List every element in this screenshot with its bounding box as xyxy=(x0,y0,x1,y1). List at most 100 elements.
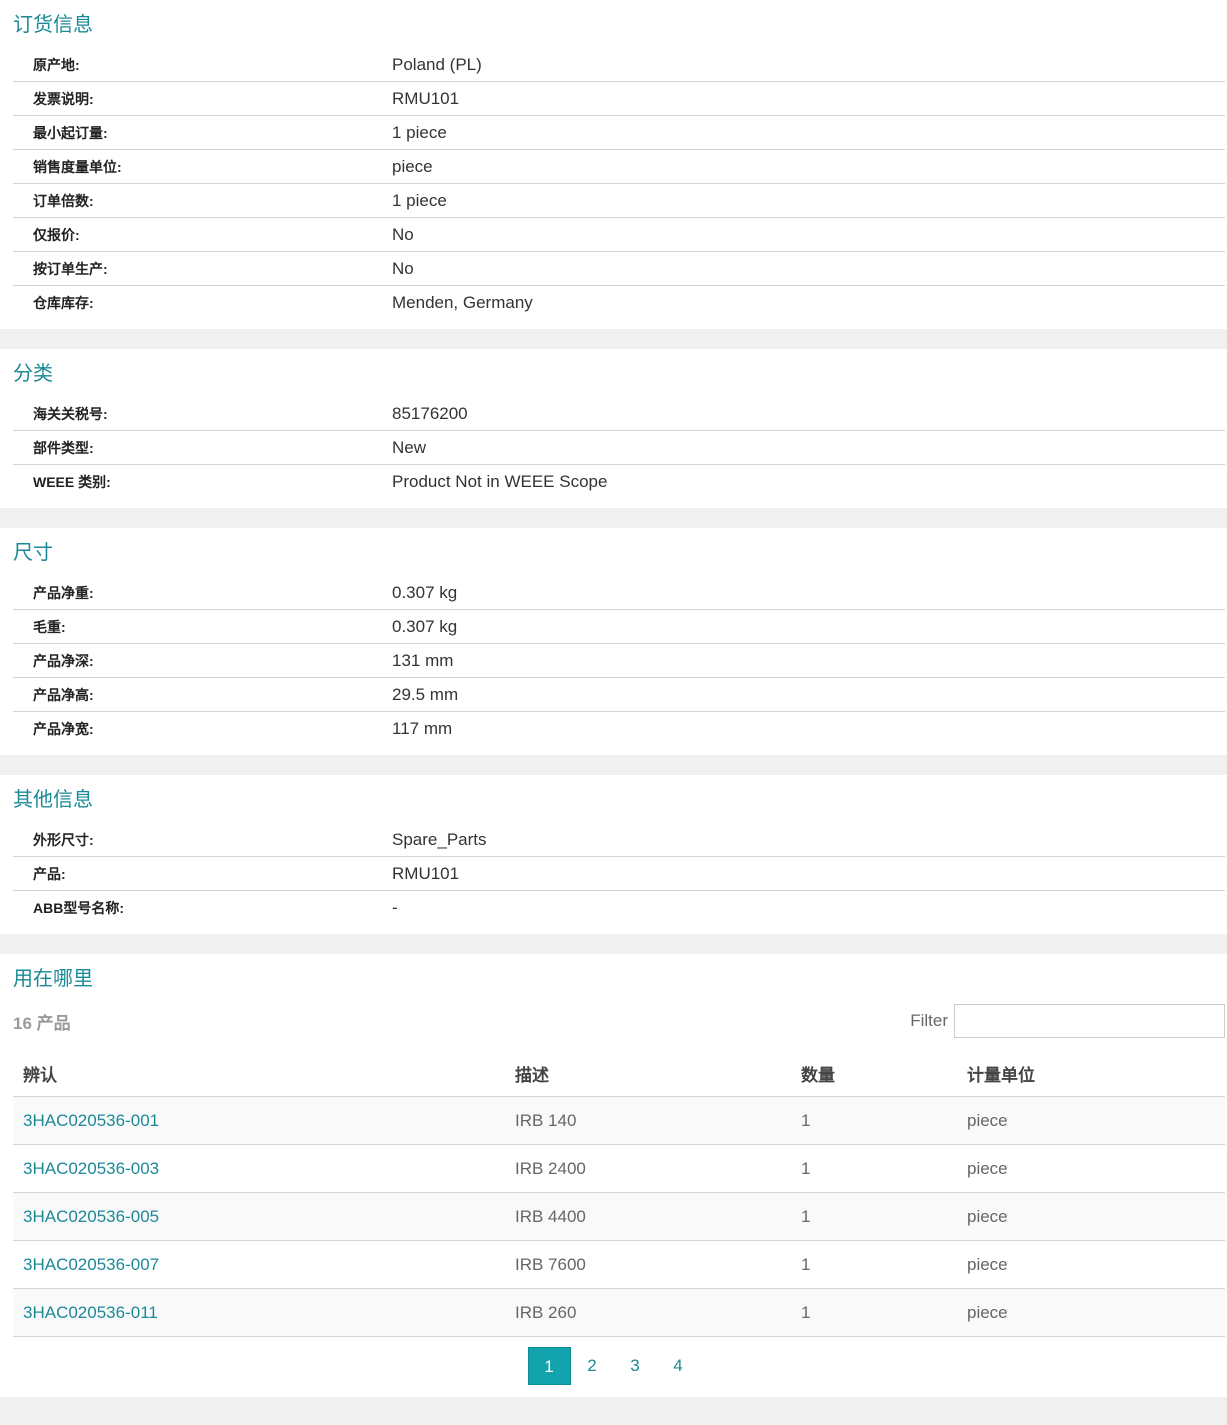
kv-label: ABB型号名称: xyxy=(33,899,124,916)
where-used-table: 辨认 描述 数量 计量单位 3HAC020536-001 IRB 140 1 p… xyxy=(13,1050,1225,1337)
ordering-table: 原产地: Poland (PL) 发票说明: RMU101 最小起订量: 1 piec… xyxy=(13,48,1225,319)
kv-label: 发票说明: xyxy=(33,90,94,107)
kv-value: 131 mm xyxy=(392,650,454,670)
kv-value: RMU101 xyxy=(392,88,460,108)
product-link[interactable]: 3HAC020536-003 xyxy=(23,1159,159,1178)
kv-label: 海关关税号: xyxy=(33,405,108,422)
cell-quantity: 1 xyxy=(791,1144,957,1193)
kv-label: 仅报价: xyxy=(33,226,80,243)
cell-unit: piece xyxy=(957,1096,1225,1145)
cell-description: IRB 4400 xyxy=(505,1192,791,1241)
table-row: 3HAC020536-007 IRB 7600 1 piece xyxy=(13,1240,1225,1289)
kv-value: No xyxy=(392,258,414,278)
column-header-id[interactable]: 辨认 xyxy=(13,1050,505,1097)
other-info-title: 其他信息 xyxy=(13,789,93,811)
other-info-table: 外形尺寸: Spare_Parts 产品: RMU101 ABB型号名称: - xyxy=(13,823,1225,924)
kv-row: WEEE 类别: Product Not in WEEE Scope xyxy=(13,465,1225,498)
kv-row: 产品: RMU101 xyxy=(13,857,1225,891)
kv-value: Poland (PL) xyxy=(392,54,482,74)
kv-value: Spare_Parts xyxy=(392,829,487,849)
table-row: 3HAC020536-011 IRB 260 1 piece xyxy=(13,1288,1225,1337)
filter-group: Filter xyxy=(910,1004,1225,1038)
kv-row: 产品净深: 131 mm xyxy=(13,644,1225,678)
cell-quantity: 1 xyxy=(791,1192,957,1241)
kv-row: 订单倍数: 1 piece xyxy=(13,184,1225,218)
where-used-section: 用在哪里 16 产品 Filter 辨认 描述 数量 计量单位 3HAC0205… xyxy=(0,954,1227,1397)
kv-row: ABB型号名称: - xyxy=(13,891,1225,924)
kv-label: 外形尺寸: xyxy=(33,831,94,848)
page-button-1[interactable]: 1 xyxy=(527,1347,571,1385)
column-header-unit[interactable]: 计量单位 xyxy=(957,1050,1225,1097)
kv-label: 销售度量单位: xyxy=(33,158,122,175)
kv-label: 产品: xyxy=(33,865,66,882)
kv-label: 部件类型: xyxy=(33,439,94,456)
cell-unit: piece xyxy=(957,1192,1225,1241)
kv-label: 最小起订量: xyxy=(33,124,108,141)
kv-row: 最小起订量: 1 piece xyxy=(13,116,1225,150)
kv-row: 海关关税号: 85176200 xyxy=(13,397,1225,431)
kv-row: 按订单生产: No xyxy=(13,252,1225,286)
kv-label: WEEE 类别: xyxy=(33,473,111,490)
dimensions-section: 尺寸 产品净重: 0.307 kg 毛重: 0.307 kg 产品净深: 131 mm… xyxy=(0,528,1227,755)
cell-id: 3HAC020536-005 xyxy=(13,1192,505,1241)
cell-description: IRB 260 xyxy=(505,1288,791,1337)
ordering-section: 订货信息 原产地: Poland (PL) 发票说明: RMU101 最小起订量: 1… xyxy=(0,0,1227,329)
classification-section: 分类 海关关税号: 85176200 部件类型: New WEEE 类别: Produ… xyxy=(0,349,1227,508)
kv-row: 原产地: Poland (PL) xyxy=(13,48,1225,82)
filter-label: Filter xyxy=(910,1011,948,1030)
page-button-3[interactable]: 3 xyxy=(614,1347,657,1385)
product-count: 16 产品 xyxy=(13,1013,71,1033)
kv-value: 117 mm xyxy=(392,718,453,738)
kv-label: 毛重: xyxy=(33,618,66,635)
page-button-2[interactable]: 2 xyxy=(571,1347,614,1385)
cell-id: 3HAC020536-001 xyxy=(13,1096,505,1145)
kv-label: 订单倍数: xyxy=(33,192,94,209)
kv-value: - xyxy=(392,897,398,917)
kv-value: 1 piece xyxy=(392,190,447,210)
kv-label: 仓库库存: xyxy=(33,294,94,311)
product-link[interactable]: 3HAC020536-007 xyxy=(23,1255,159,1274)
kv-row: 部件类型: New xyxy=(13,431,1225,465)
table-header-row: 辨认 描述 数量 计量单位 xyxy=(13,1050,1225,1097)
column-header-description[interactable]: 描述 xyxy=(505,1050,791,1097)
pagination: 1 2 3 4 xyxy=(0,1347,1227,1387)
where-used-title: 用在哪里 xyxy=(13,968,93,990)
ordering-title: 订货信息 xyxy=(13,14,93,36)
cell-quantity: 1 xyxy=(791,1240,957,1289)
cell-id: 3HAC020536-011 xyxy=(13,1288,505,1337)
cell-quantity: 1 xyxy=(791,1096,957,1145)
filter-input[interactable] xyxy=(954,1004,1225,1038)
column-header-quantity[interactable]: 数量 xyxy=(791,1050,957,1097)
kv-row: 产品净重: 0.307 kg xyxy=(13,576,1225,610)
product-link[interactable]: 3HAC020536-001 xyxy=(23,1111,159,1130)
kv-label: 产品净高: xyxy=(33,686,94,703)
product-link[interactable]: 3HAC020536-011 xyxy=(23,1303,158,1322)
dimensions-title: 尺寸 xyxy=(13,542,53,564)
kv-row: 产品净宽: 117 mm xyxy=(13,712,1225,745)
page-button-4[interactable]: 4 xyxy=(657,1347,700,1385)
cell-description: IRB 7600 xyxy=(505,1240,791,1289)
kv-value: 85176200 xyxy=(392,403,468,423)
kv-value: 1 piece xyxy=(392,122,447,142)
cell-quantity: 1 xyxy=(791,1288,957,1337)
cell-unit: piece xyxy=(957,1288,1225,1337)
kv-value: RMU101 xyxy=(392,863,460,883)
kv-value: No xyxy=(392,224,414,244)
kv-value: New xyxy=(392,437,427,457)
kv-value: piece xyxy=(392,156,433,176)
product-link[interactable]: 3HAC020536-005 xyxy=(23,1207,159,1226)
kv-value: 0.307 kg xyxy=(392,616,458,636)
cell-id: 3HAC020536-007 xyxy=(13,1240,505,1289)
other-info-section: 其他信息 外形尺寸: Spare_Parts 产品: RMU101 ABB型号名称:… xyxy=(0,775,1227,934)
kv-label: 按订单生产: xyxy=(33,260,108,277)
where-used-toolbar: 16 产品 Filter xyxy=(13,1002,1225,1040)
kv-row: 销售度量单位: piece xyxy=(13,150,1225,184)
classification-title: 分类 xyxy=(13,363,53,385)
kv-row: 产品净高: 29.5 mm xyxy=(13,678,1225,712)
classification-table: 海关关税号: 85176200 部件类型: New WEEE 类别: Product … xyxy=(13,397,1225,498)
kv-label: 产品净重: xyxy=(33,584,94,601)
kv-value: 29.5 mm xyxy=(392,684,459,704)
dimensions-table: 产品净重: 0.307 kg 毛重: 0.307 kg 产品净深: 131 mm 产品… xyxy=(13,576,1225,745)
kv-value: Menden, Germany xyxy=(392,292,533,312)
kv-row: 发票说明: RMU101 xyxy=(13,82,1225,116)
